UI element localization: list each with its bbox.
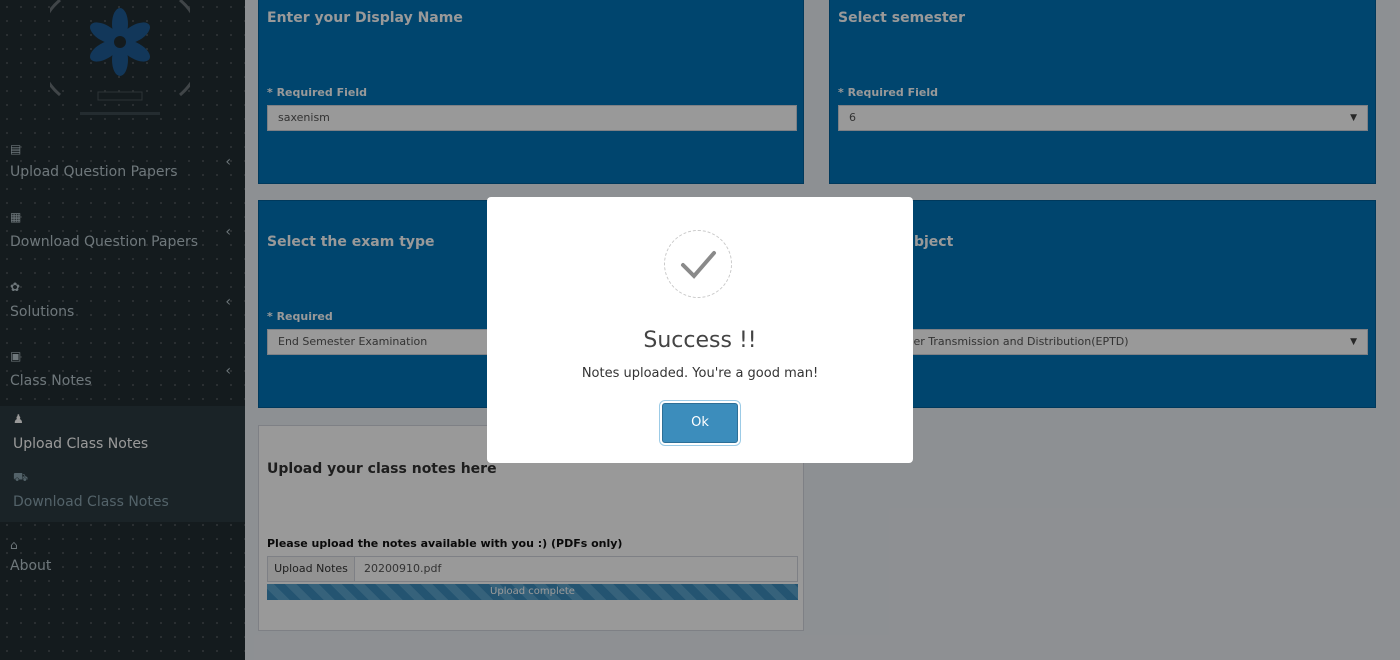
checkmark-icon (681, 251, 716, 279)
success-circle (664, 230, 732, 298)
ok-button[interactable]: Ok (662, 403, 738, 443)
dialog-title: Success !! (643, 328, 757, 353)
dialog-message: Notes uploaded. You're a good man! (581, 366, 819, 381)
success-dialog: Success !! Notes uploaded. You're a good… (487, 197, 913, 463)
